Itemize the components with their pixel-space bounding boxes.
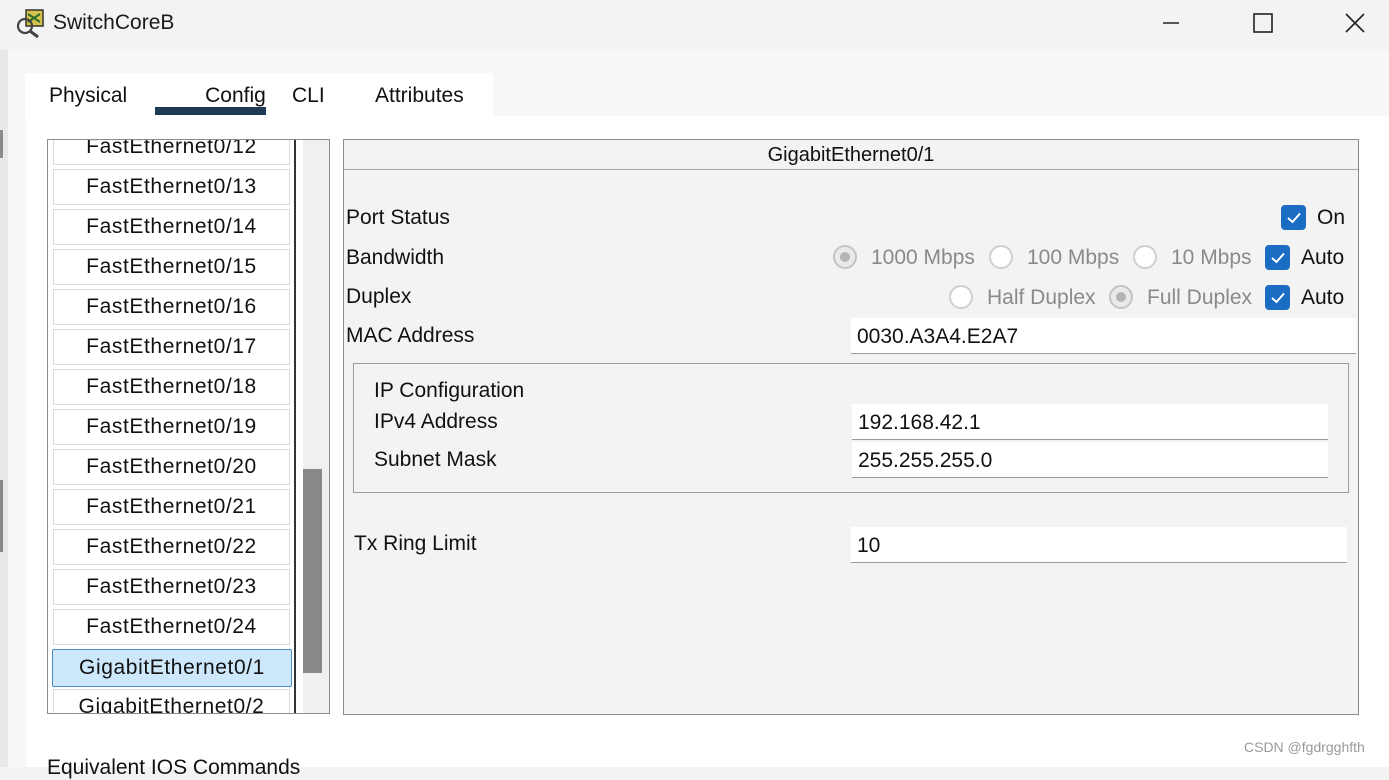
edge-mark — [0, 130, 3, 158]
port-status-on-label: On — [1317, 206, 1346, 229]
tx-ring-limit-field[interactable]: 10 — [851, 527, 1347, 563]
duplex-label: Duplex — [346, 285, 412, 308]
list-divider — [294, 140, 296, 713]
panel-title: GigabitEthernet0/1 — [344, 140, 1358, 170]
mac-address-field[interactable]: 0030.A3A4.E2A7 — [851, 318, 1356, 354]
bandwidth-auto-checkbox[interactable] — [1265, 245, 1290, 270]
equivalent-ios-commands-label: Equivalent IOS Commands — [47, 756, 301, 779]
duplex-auto-label: Auto — [1301, 286, 1345, 309]
bandwidth-10-label: 10 Mbps — [1171, 246, 1252, 269]
port-status-checkbox[interactable] — [1281, 205, 1306, 230]
minimize-icon[interactable] — [1148, 0, 1194, 46]
ip-configuration-group: IP Configuration IPv4 Address 192.168.42… — [353, 363, 1349, 493]
list-item[interactable]: GigabitEthernet0/2 — [53, 689, 290, 713]
full-duplex-label: Full Duplex — [1147, 286, 1253, 309]
close-icon[interactable] — [1332, 0, 1378, 46]
port-status-label: Port Status — [346, 206, 450, 229]
subnet-mask-label: Subnet Mask — [374, 448, 497, 471]
interface-list[interactable]: FastEthernet0/12 FastEthernet0/13 FastEt… — [47, 139, 330, 714]
mac-address-label: MAC Address — [346, 324, 475, 347]
list-item[interactable]: FastEthernet0/15 — [53, 249, 290, 285]
list-item[interactable]: FastEthernet0/20 — [53, 449, 290, 485]
switch-app-icon — [16, 8, 46, 39]
list-item[interactable]: FastEthernet0/21 — [53, 489, 290, 525]
tx-ring-limit-label: Tx Ring Limit — [354, 532, 477, 555]
duplex-auto-checkbox[interactable] — [1265, 285, 1290, 310]
list-item[interactable]: FastEthernet0/17 — [53, 329, 290, 365]
ip-configuration-title: IP Configuration — [374, 379, 525, 402]
title-bar: SwitchCoreB — [0, 0, 1389, 50]
list-item[interactable]: FastEthernet0/18 — [53, 369, 290, 405]
half-duplex-radio[interactable] — [949, 285, 973, 309]
ipv4-address-field[interactable]: 192.168.42.1 — [852, 404, 1328, 440]
list-item[interactable]: FastEthernet0/14 — [53, 209, 290, 245]
bandwidth-auto-label: Auto — [1301, 246, 1345, 269]
window-title: SwitchCoreB — [53, 11, 175, 34]
bandwidth-10-radio[interactable] — [1133, 245, 1157, 269]
window-left-edge — [0, 50, 8, 767]
list-item[interactable]: FastEthernet0/13 — [53, 169, 290, 205]
active-tab-indicator — [155, 107, 266, 115]
interface-detail-panel: GigabitEthernet0/1 Port Status On Bandwi… — [343, 139, 1359, 715]
maximize-icon[interactable] — [1240, 0, 1286, 46]
list-item[interactable]: FastEthernet0/12 — [53, 140, 290, 165]
half-duplex-label: Half Duplex — [987, 286, 1096, 309]
bandwidth-label: Bandwidth — [346, 246, 445, 269]
list-item[interactable]: FastEthernet0/24 — [53, 609, 290, 645]
bandwidth-100-label: 100 Mbps — [1027, 246, 1120, 269]
tab-cli[interactable]: CLI — [292, 73, 325, 118]
list-item[interactable]: FastEthernet0/23 — [53, 569, 290, 605]
scrollbar-thumb[interactable] — [303, 469, 322, 673]
list-item[interactable]: FastEthernet0/19 — [53, 409, 290, 445]
edge-mark — [0, 480, 3, 552]
subnet-mask-field[interactable]: 255.255.255.0 — [852, 442, 1328, 478]
bandwidth-100-radio[interactable] — [989, 245, 1013, 269]
bandwidth-1000-radio[interactable] — [833, 245, 857, 269]
list-item[interactable]: FastEthernet0/16 — [53, 289, 290, 325]
tab-physical[interactable]: Physical — [49, 73, 127, 118]
list-item-selected[interactable]: GigabitEthernet0/1 — [52, 649, 292, 687]
full-duplex-radio[interactable] — [1109, 285, 1133, 309]
bandwidth-1000-label: 1000 Mbps — [871, 246, 975, 269]
ipv4-address-label: IPv4 Address — [374, 410, 498, 433]
tab-attributes[interactable]: Attributes — [375, 73, 464, 118]
watermark: CSDN @fgdrgghfth — [1244, 739, 1365, 755]
list-item[interactable]: FastEthernet0/22 — [53, 529, 290, 565]
